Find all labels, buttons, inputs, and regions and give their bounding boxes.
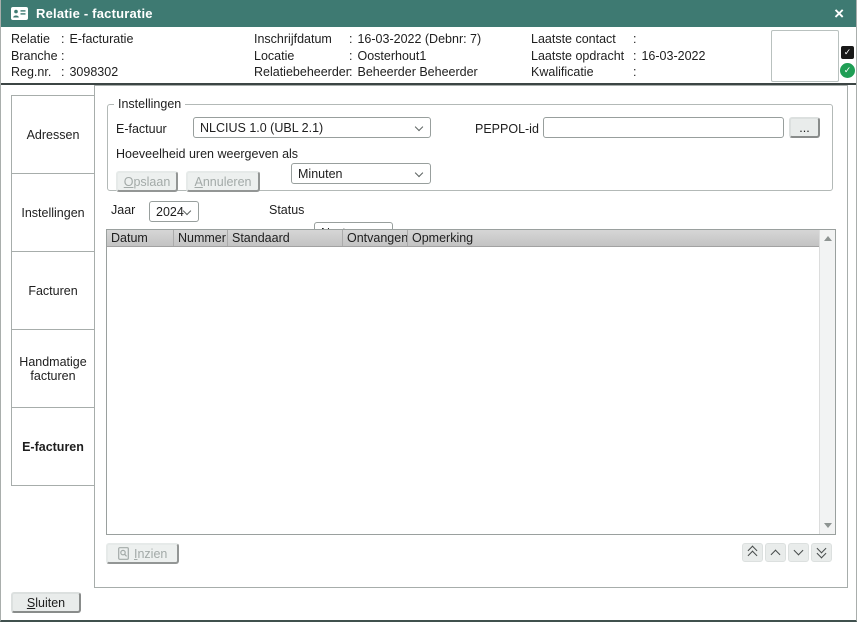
- uren-select-value: Minuten: [298, 167, 342, 181]
- jaar-select[interactable]: 2024: [149, 201, 199, 222]
- tab-handmatige-facturen[interactable]: Handmatige facturen: [11, 329, 95, 408]
- tab-facturen[interactable]: Facturen: [11, 251, 95, 330]
- jaar-select-value: 2024: [156, 205, 184, 219]
- table-header-row: Datum Nummer Standaard Ontvangen Opmerki…: [107, 230, 819, 247]
- separator: :: [631, 48, 641, 65]
- table-vertical-scrollbar[interactable]: [819, 230, 835, 534]
- scroll-to-bottom-button[interactable]: [811, 543, 832, 562]
- record-navigation: [742, 543, 832, 562]
- annuleren-button[interactable]: Annuleren: [186, 171, 260, 192]
- tab-adressen[interactable]: Adressen: [11, 95, 95, 174]
- separator: :: [347, 64, 357, 81]
- instellingen-groupbox: Instellingen E-factuur NLCIUS 1.0 (UBL 2…: [107, 97, 833, 191]
- opslaan-button[interactable]: Opslaan: [116, 171, 178, 192]
- chevrons-down-icon: [817, 549, 827, 559]
- separator: :: [347, 31, 357, 48]
- chevron-up-icon: [771, 550, 781, 560]
- scroll-up-button[interactable]: [765, 543, 786, 562]
- uren-weergeven-label: Hoeveelheid uren weergeven als: [116, 144, 298, 165]
- chevron-down-icon: [794, 546, 804, 556]
- relation-header: Relatie:E-facturatie Branche: Reg.nr.:30…: [1, 27, 856, 85]
- ellipsis-icon: ...: [799, 121, 809, 135]
- relation-card-icon: [11, 7, 28, 20]
- uren-weergeven-select[interactable]: Minuten: [291, 163, 431, 184]
- checked-checkbox-icon[interactable]: ✓: [841, 46, 854, 59]
- chevron-down-icon: [415, 169, 423, 177]
- window-title: Relatie - facturatie: [36, 6, 153, 21]
- relatie-value: E-facturatie: [69, 31, 133, 48]
- scrollbar-up-icon[interactable]: [824, 236, 832, 241]
- left-tab-strip: Adressen Instellingen Facturen Handmatig…: [11, 95, 95, 486]
- separator: :: [59, 64, 69, 81]
- separator: :: [59, 48, 69, 65]
- regnr-value: 3098302: [69, 64, 118, 81]
- titlebar: Relatie - facturatie ×: [1, 0, 856, 27]
- efactuur-select-value: NLCIUS 1.0 (UBL 2.1): [200, 121, 323, 135]
- separator: :: [631, 64, 641, 81]
- peppol-id-input[interactable]: [543, 117, 784, 138]
- column-header-datum[interactable]: Datum: [107, 230, 174, 246]
- scroll-down-button[interactable]: [788, 543, 809, 562]
- separator: :: [59, 31, 69, 48]
- chevron-down-icon: [415, 123, 423, 131]
- laatste-opdracht-label: Laatste opdracht: [531, 48, 631, 65]
- locatie-value: Oosterhout1: [357, 48, 426, 65]
- efactuur-label: E-factuur: [116, 119, 167, 140]
- inschrijfdatum-value: 16-03-2022 (Debnr: 7): [357, 31, 481, 48]
- annuleren-button-label: Annuleren: [195, 175, 252, 189]
- laatste-contact-label: Laatste contact: [531, 31, 631, 48]
- preview-document-icon: [118, 547, 129, 560]
- header-column-1: Relatie:E-facturatie Branche: Reg.nr.:30…: [11, 31, 254, 81]
- inschrijfdatum-label: Inschrijfdatum: [254, 31, 347, 48]
- regnr-label: Reg.nr.: [11, 64, 59, 81]
- column-header-nummer[interactable]: Nummer: [174, 230, 228, 246]
- status-ok-icon: ✓: [840, 63, 855, 78]
- e-facturen-panel: Instellingen E-factuur NLCIUS 1.0 (UBL 2…: [94, 85, 848, 588]
- laatste-opdracht-value: 16-03-2022: [641, 48, 705, 65]
- tab-e-facturen[interactable]: E-facturen: [11, 407, 95, 486]
- branche-label: Branche: [11, 48, 59, 65]
- status-label: Status: [269, 203, 304, 217]
- header-column-2: Inschrijfdatum:16-03-2022 (Debnr: 7) Loc…: [254, 31, 531, 81]
- column-header-standaard[interactable]: Standaard: [228, 230, 343, 246]
- separator: :: [631, 31, 641, 48]
- scrollbar-down-icon[interactable]: [824, 523, 832, 528]
- inzien-button-label: Inzien: [134, 547, 167, 561]
- relatie-label: Relatie: [11, 31, 59, 48]
- relatiebeheerder-label: Relatiebeheerder: [254, 64, 347, 81]
- relatiebeheerder-value: Beheerder Beheerder: [357, 64, 477, 81]
- peppol-id-label: PEPPOL-id: [475, 119, 539, 140]
- close-icon[interactable]: ×: [832, 5, 846, 22]
- filter-row: Jaar 2024 Status N.v.t.: [95, 201, 847, 223]
- locatie-label: Locatie: [254, 48, 347, 65]
- sluiten-button-label: Sluiten: [27, 596, 65, 610]
- efactuur-select[interactable]: NLCIUS 1.0 (UBL 2.1): [193, 117, 431, 138]
- inzien-button[interactable]: Inzien: [106, 543, 179, 564]
- separator: :: [347, 48, 357, 65]
- scroll-to-top-button[interactable]: [742, 543, 763, 562]
- instellingen-legend: Instellingen: [114, 97, 185, 111]
- sluiten-button[interactable]: Sluiten: [11, 592, 81, 613]
- photo-placeholder: [771, 30, 839, 82]
- chevrons-up-icon: [748, 551, 758, 561]
- dialog-body: Adressen Instellingen Facturen Handmatig…: [1, 85, 856, 620]
- column-header-ontvangen[interactable]: Ontvangen: [343, 230, 408, 246]
- relatie-facturatie-dialog: Relatie - facturatie × Relatie:E-factura…: [0, 0, 857, 622]
- tab-instellingen[interactable]: Instellingen: [11, 173, 95, 252]
- jaar-label: Jaar: [111, 203, 135, 217]
- column-header-opmerking[interactable]: Opmerking: [408, 230, 819, 246]
- opslaan-button-label: Opslaan: [124, 175, 171, 189]
- peppol-more-button[interactable]: ...: [789, 117, 820, 138]
- kwalificatie-label: Kwalificatie: [531, 64, 631, 81]
- chevron-down-icon: [183, 207, 191, 215]
- e-facturen-table: Datum Nummer Standaard Ontvangen Opmerki…: [106, 229, 836, 535]
- header-column-3: Laatste contact: Laatste opdracht:16-03-…: [531, 31, 781, 81]
